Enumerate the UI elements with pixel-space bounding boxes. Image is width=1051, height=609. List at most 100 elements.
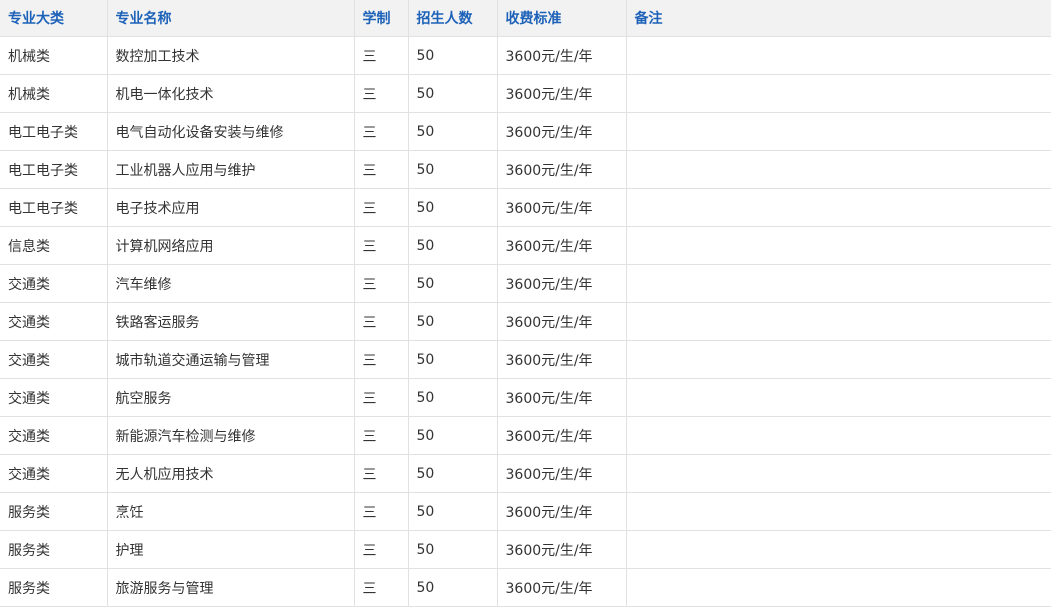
cell-enrollment: 50: [407, 150, 498, 189]
cell-fee: 3600元/生/年: [496, 226, 627, 265]
table-row: 电工电子类 电子技术应用三 50 3600元/生/年: [0, 188, 1051, 227]
cell-enrollment: 50: [407, 302, 498, 341]
cell-duration: 三: [353, 302, 409, 341]
cell-duration: 三: [353, 264, 409, 303]
cell-remarks: [625, 74, 1051, 113]
cell-duration: 三: [353, 150, 409, 189]
cell-enrollment: 50: [407, 568, 498, 607]
cell-fee: 3600元/生/年: [496, 530, 627, 569]
table-row: 信息类 计算机网络应用三 50 3600元/生/年: [0, 226, 1051, 265]
table-row: 电工电子类 工业机器人应用与维护三 50 3600元/生/年: [0, 150, 1051, 189]
cell-enrollment: 50: [407, 454, 498, 493]
cell-major-name: 铁路客运服务: [106, 302, 355, 341]
cell-fee: 3600元/生/年: [496, 302, 627, 341]
cell-remarks: [625, 36, 1051, 75]
cell-fee: 3600元/生/年: [496, 150, 627, 189]
table-row: 电工电子类 电气自动化设备安装与维修三 50 3600元/生/年: [0, 112, 1051, 151]
cell-major-category: 机械类: [0, 74, 108, 113]
cell-major-name: 电子技术应用: [106, 188, 355, 227]
cell-major-category: 服务类: [0, 530, 108, 569]
cell-enrollment: 50: [407, 74, 498, 113]
table-row: 交通类 城市轨道交通运输与管理三 50 3600元/生/年: [0, 340, 1051, 379]
cell-major-name: 旅游服务与管理: [106, 568, 355, 607]
cell-major-category: 服务类: [0, 492, 108, 531]
cell-duration: 三: [353, 340, 409, 379]
cell-fee: 3600元/生/年: [496, 264, 627, 303]
cell-enrollment: 50: [407, 492, 498, 531]
cell-duration: 三: [353, 530, 409, 569]
cell-major-category: 交通类: [0, 454, 108, 493]
cell-major-name: 烹饪: [106, 492, 355, 531]
cell-fee: 3600元/生/年: [496, 454, 627, 493]
cell-major-category: 交通类: [0, 340, 108, 379]
cell-major-name: 机电一体化技术: [106, 74, 355, 113]
cell-major-name: 汽车维修: [106, 264, 355, 303]
cell-major-category: 电工电子类: [0, 188, 108, 227]
cell-major-category: 交通类: [0, 302, 108, 341]
cell-duration: 三: [353, 74, 409, 113]
cell-remarks: [625, 188, 1051, 227]
table-row: 交通类 无人机应用技术三 50 3600元/生/年: [0, 454, 1051, 493]
header-major-category: 专业大类: [0, 0, 108, 37]
cell-major-category: 交通类: [0, 264, 108, 303]
table-row: 机械类 机电一体化技术三 50 3600元/生/年: [0, 74, 1051, 113]
cell-major-name: 工业机器人应用与维护: [106, 150, 355, 189]
cell-major-category: 电工电子类: [0, 150, 108, 189]
cell-enrollment: 50: [407, 188, 498, 227]
table-row: 服务类 护理三 50 3600元/生/年: [0, 530, 1051, 569]
cell-fee: 3600元/生/年: [496, 340, 627, 379]
cell-major-category: 信息类: [0, 226, 108, 265]
table-row: 服务类 旅游服务与管理三 50 3600元/生/年: [0, 568, 1051, 607]
cell-fee: 3600元/生/年: [496, 74, 627, 113]
cell-enrollment: 50: [407, 416, 498, 455]
table-header-row: 专业大类 专业名称 学制 招生人数 收费标准 备注: [0, 0, 1051, 37]
cell-enrollment: 50: [407, 226, 498, 265]
cell-duration: 三: [353, 378, 409, 417]
cell-remarks: [625, 568, 1051, 607]
cell-enrollment: 50: [407, 264, 498, 303]
cell-remarks: [625, 264, 1051, 303]
cell-enrollment: 50: [407, 340, 498, 379]
cell-fee: 3600元/生/年: [496, 416, 627, 455]
cell-duration: 三: [353, 226, 409, 265]
cell-major-category: 交通类: [0, 416, 108, 455]
cell-major-name: 护理: [106, 530, 355, 569]
cell-major-name: 航空服务: [106, 378, 355, 417]
cell-remarks: [625, 340, 1051, 379]
cell-duration: 三: [353, 188, 409, 227]
cell-remarks: [625, 530, 1051, 569]
cell-major-name: 无人机应用技术: [106, 454, 355, 493]
cell-major-category: 机械类: [0, 36, 108, 75]
cell-remarks: [625, 112, 1051, 151]
table-row: 交通类 新能源汽车检测与维修三 50 3600元/生/年: [0, 416, 1051, 455]
enrollment-table: 专业大类 专业名称 学制 招生人数 收费标准 备注 机械类 数控加工技术三 50 36…: [0, 0, 1051, 607]
cell-fee: 3600元/生/年: [496, 188, 627, 227]
cell-major-name: 电气自动化设备安装与维修: [106, 112, 355, 151]
cell-fee: 3600元/生/年: [496, 112, 627, 151]
cell-remarks: [625, 492, 1051, 531]
cell-duration: 三: [353, 568, 409, 607]
cell-fee: 3600元/生/年: [496, 378, 627, 417]
cell-major-category: 电工电子类: [0, 112, 108, 151]
cell-major-name: 新能源汽车检测与维修: [106, 416, 355, 455]
cell-remarks: [625, 454, 1051, 493]
cell-major-name: 数控加工技术: [106, 36, 355, 75]
cell-fee: 3600元/生/年: [496, 36, 627, 75]
cell-duration: 三: [353, 112, 409, 151]
table-body: 机械类 数控加工技术三 50 3600元/生/年 机械类 机电一体化技术三 50 3600元/…: [0, 36, 1051, 607]
header-remarks: 备注: [625, 0, 1051, 37]
cell-remarks: [625, 150, 1051, 189]
cell-enrollment: 50: [407, 378, 498, 417]
table-row: 交通类 汽车维修三 50 3600元/生/年: [0, 264, 1051, 303]
cell-duration: 三: [353, 36, 409, 75]
table-row: 交通类 铁路客运服务三 50 3600元/生/年: [0, 302, 1051, 341]
cell-fee: 3600元/生/年: [496, 568, 627, 607]
header-major-name: 专业名称: [106, 0, 355, 37]
cell-remarks: [625, 226, 1051, 265]
cell-major-category: 服务类: [0, 568, 108, 607]
cell-duration: 三: [353, 454, 409, 493]
cell-remarks: [625, 378, 1051, 417]
cell-fee: 3600元/生/年: [496, 492, 627, 531]
cell-duration: 三: [353, 492, 409, 531]
cell-major-category: 交通类: [0, 378, 108, 417]
